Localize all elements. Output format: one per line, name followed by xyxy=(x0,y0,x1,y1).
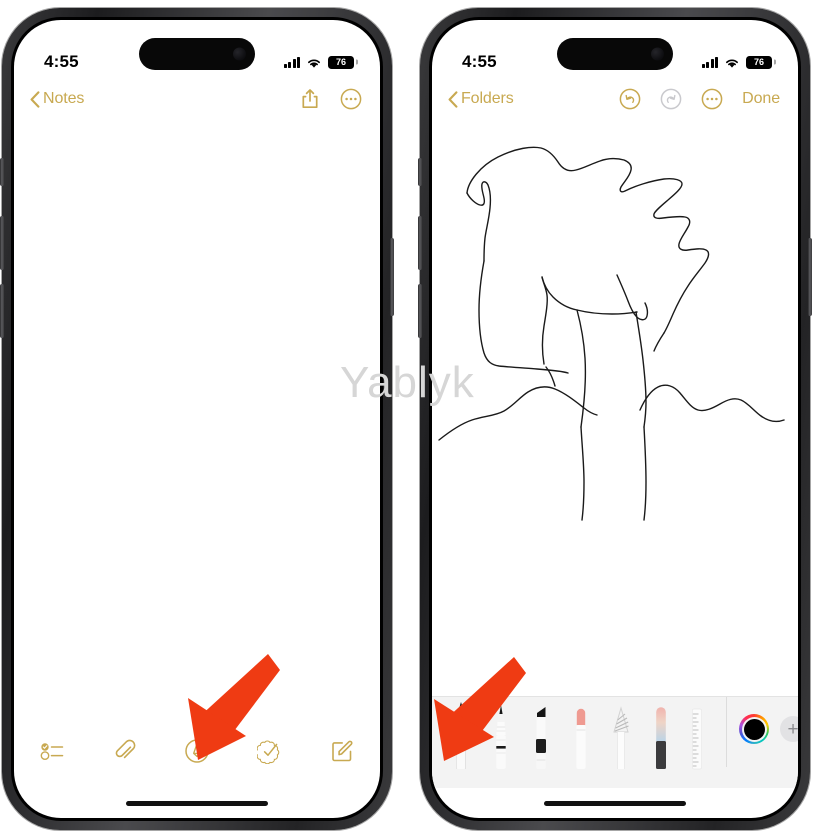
status-bar-left: 4:55 76 xyxy=(14,20,380,82)
status-bar-right: 4:55 76 xyxy=(432,20,798,82)
more-circle-icon[interactable] xyxy=(340,88,362,110)
note-canvas-left[interactable] xyxy=(14,120,380,818)
phone-bezel-left: 4:55 76 Notes xyxy=(11,17,383,821)
back-label: Notes xyxy=(43,90,85,107)
wifi-icon xyxy=(306,56,322,68)
hand-drawn-sketch xyxy=(438,146,785,521)
phone-right: 4:55 76 Folders Done + xyxy=(418,8,812,830)
nav-bar-right: Folders Done xyxy=(432,78,798,120)
status-indicators: 76 xyxy=(701,55,772,69)
color-picker[interactable] xyxy=(739,714,769,744)
screen-left: 4:55 76 Notes xyxy=(14,20,380,818)
tool-list xyxy=(432,697,733,788)
nav-actions-right: Done xyxy=(619,88,780,110)
phone-left: 4:55 76 Notes xyxy=(0,8,394,830)
palette-divider xyxy=(726,697,727,767)
cellular-bars-icon xyxy=(701,56,718,68)
checklist-icon[interactable] xyxy=(40,741,66,761)
eraser-tool[interactable] xyxy=(566,697,596,775)
notes-toolbar xyxy=(14,728,380,774)
nav-actions-left xyxy=(300,88,362,110)
fountain-pen-tool[interactable] xyxy=(446,697,476,775)
volume-down-button[interactable] xyxy=(418,284,422,338)
paperclip-icon[interactable] xyxy=(113,739,137,763)
cellular-bars-icon xyxy=(283,56,300,68)
power-button[interactable] xyxy=(390,238,394,316)
wifi-icon xyxy=(724,56,740,68)
volume-down-button[interactable] xyxy=(0,284,4,338)
add-color-button[interactable]: + xyxy=(780,716,798,742)
status-time: 4:55 xyxy=(462,52,497,71)
battery-icon: 76 xyxy=(328,55,354,69)
markup-tool-palette: + xyxy=(432,696,798,788)
volume-up-button[interactable] xyxy=(418,216,422,270)
chevron-left-icon xyxy=(448,90,458,108)
lasso-select-tool[interactable] xyxy=(606,697,636,775)
scan-document-icon[interactable] xyxy=(255,738,283,765)
ink-pen-tool[interactable] xyxy=(486,697,516,775)
back-to-notes-button[interactable]: Notes xyxy=(30,90,84,108)
markup-pen-circle-icon[interactable] xyxy=(184,738,210,764)
status-indicators: 76 xyxy=(283,55,354,69)
palette-color-controls: + xyxy=(733,697,798,761)
silent-switch[interactable] xyxy=(0,158,4,186)
nav-bar-left: Notes xyxy=(14,78,380,120)
status-time: 4:55 xyxy=(44,52,79,71)
share-icon[interactable] xyxy=(300,88,320,110)
battery-icon: 76 xyxy=(746,55,772,69)
marker-tool[interactable] xyxy=(526,697,556,775)
battery-level: 76 xyxy=(753,56,764,67)
back-label: Folders xyxy=(461,90,514,107)
power-button[interactable] xyxy=(808,238,812,316)
highlighter-tool[interactable] xyxy=(646,697,676,775)
undo-circle-icon[interactable] xyxy=(619,88,641,110)
volume-up-button[interactable] xyxy=(0,216,4,270)
screenshot-root: 4:55 76 Notes 4:55 76 Folders Done + Yab… xyxy=(0,0,815,838)
chevron-left-icon xyxy=(30,90,40,108)
more-circle-icon[interactable] xyxy=(701,88,723,110)
done-button[interactable]: Done xyxy=(742,90,780,108)
battery-level: 76 xyxy=(335,56,346,67)
home-indicator-left[interactable] xyxy=(126,801,268,806)
redo-circle-icon[interactable] xyxy=(660,88,682,110)
ruler-tool[interactable] xyxy=(686,697,716,775)
back-to-folders-button[interactable]: Folders xyxy=(448,90,514,108)
phone-bezel-right: 4:55 76 Folders Done + xyxy=(429,17,801,821)
compose-icon[interactable] xyxy=(330,739,354,763)
silent-switch[interactable] xyxy=(418,158,422,186)
screen-right: 4:55 76 Folders Done + xyxy=(432,20,798,818)
home-indicator-right[interactable] xyxy=(544,801,686,806)
